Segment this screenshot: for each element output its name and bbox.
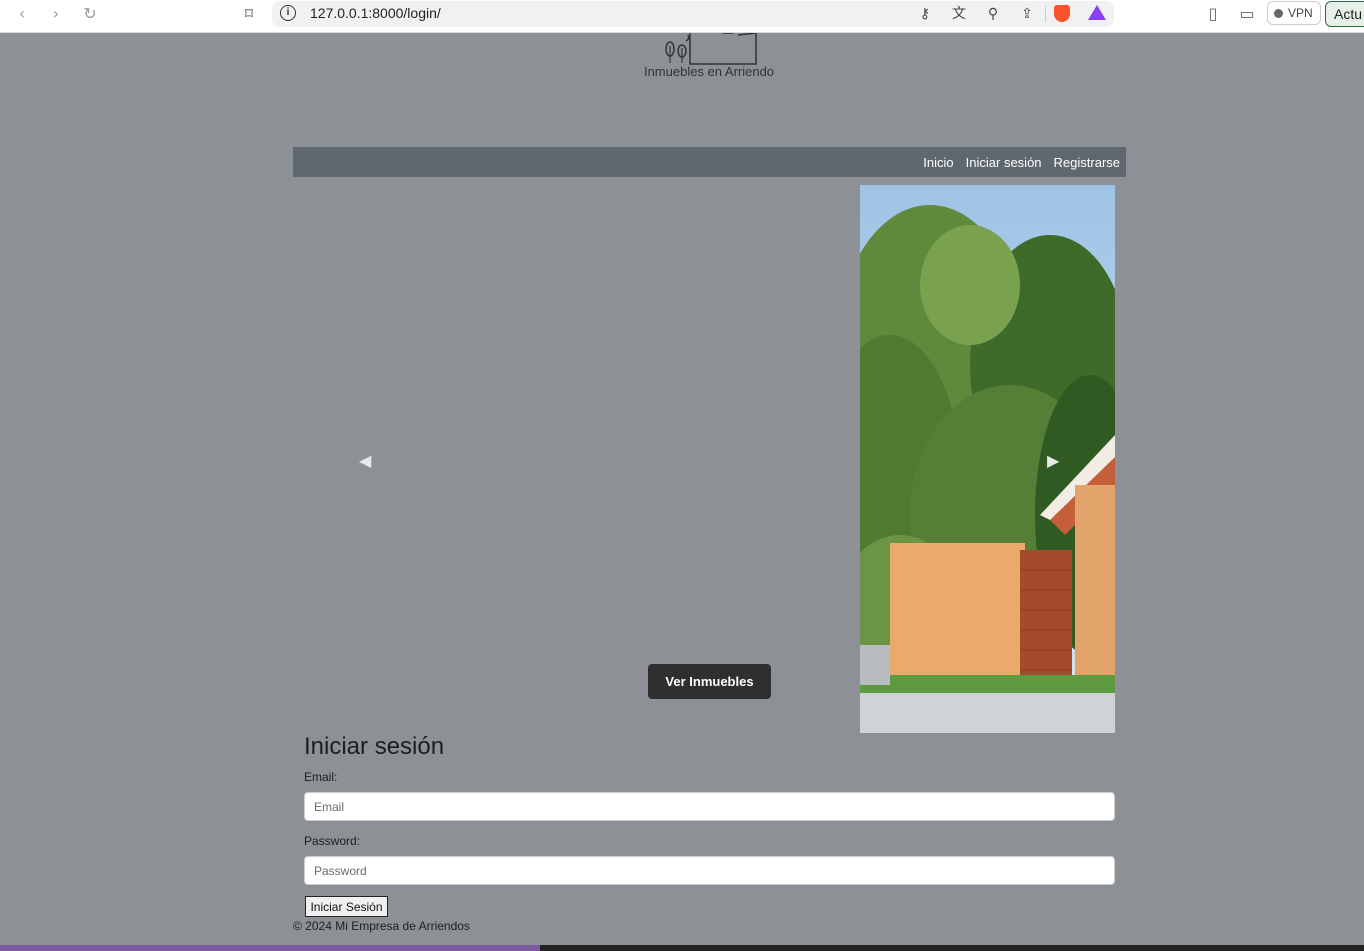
rewards-triangle-icon[interactable] bbox=[1088, 5, 1106, 20]
main-navbar: Inicio Iniciar sesión Registrarse bbox=[293, 147, 1126, 177]
login-title: Iniciar sesión bbox=[304, 733, 445, 760]
vpn-button[interactable]: VPN bbox=[1267, 1, 1321, 25]
house-logo-icon bbox=[665, 32, 757, 65]
nav-links: Inicio Iniciar sesión Registrarse bbox=[923, 147, 1120, 177]
password-label: Password: bbox=[304, 834, 361, 848]
url-text[interactable]: 127.0.0.1:8000/login/ bbox=[310, 5, 441, 21]
info-icon[interactable]: i bbox=[280, 5, 296, 21]
back-arrow-icon[interactable]: ‹ bbox=[10, 3, 34, 25]
nav-link-registrarse[interactable]: Registrarse bbox=[1054, 155, 1120, 170]
chevron-right-icon[interactable]: ▶ bbox=[1047, 451, 1059, 470]
browser-toolbar: ‹ › ↻ ⌑ i 127.0.0.1:8000/login/ ⚷ 文 ⚲ ⇪ … bbox=[0, 0, 1364, 33]
login-submit-button[interactable]: Iniciar Sesión bbox=[305, 896, 388, 917]
hero-carousel: ◀ ▶ Ver Inmuebles bbox=[293, 185, 1126, 733]
window-bottom-edge-dark bbox=[540, 945, 1364, 951]
toolbar-divider bbox=[1045, 6, 1046, 22]
chevron-left-icon[interactable]: ◀ bbox=[359, 451, 371, 470]
footer-text: © 2024 Mi Empresa de Arriendos bbox=[293, 919, 470, 933]
reload-icon[interactable]: ↻ bbox=[78, 3, 102, 25]
site-logo[interactable]: Inmuebles en Arriendo bbox=[628, 32, 788, 83]
bookmark-icon[interactable]: ⌑ bbox=[237, 3, 261, 25]
email-label: Email: bbox=[304, 770, 338, 784]
ver-inmuebles-button[interactable]: Ver Inmuebles bbox=[648, 664, 771, 699]
key-icon[interactable]: ⚷ bbox=[914, 4, 936, 24]
brave-shield-icon[interactable] bbox=[1054, 5, 1070, 22]
translate-icon[interactable]: 文 bbox=[948, 4, 970, 24]
share-icon[interactable]: ⇪ bbox=[1016, 4, 1038, 24]
nav-link-iniciar-sesion[interactable]: Iniciar sesión bbox=[966, 155, 1042, 170]
vpn-label: VPN bbox=[1288, 6, 1313, 20]
wallet-icon[interactable]: ▭ bbox=[1235, 3, 1259, 25]
password-field[interactable] bbox=[304, 856, 1115, 885]
house-photo bbox=[860, 185, 1115, 733]
window-bottom-edge bbox=[0, 945, 540, 951]
nav-link-inicio[interactable]: Inicio bbox=[923, 155, 953, 170]
vpn-status-icon bbox=[1274, 9, 1283, 18]
zoom-icon[interactable]: ⚲ bbox=[982, 4, 1004, 24]
logo-text: Inmuebles en Arriendo bbox=[643, 64, 775, 79]
email-field[interactable] bbox=[304, 792, 1115, 821]
profile-button[interactable]: Actu bbox=[1325, 1, 1364, 27]
address-bar[interactable]: i 127.0.0.1:8000/login/ ⚷ 文 ⚲ ⇪ bbox=[272, 1, 1114, 27]
carousel-slide-image bbox=[860, 185, 1115, 733]
sidebar-icon[interactable]: ▯ bbox=[1201, 3, 1225, 25]
forward-arrow-icon[interactable]: › bbox=[44, 3, 68, 25]
